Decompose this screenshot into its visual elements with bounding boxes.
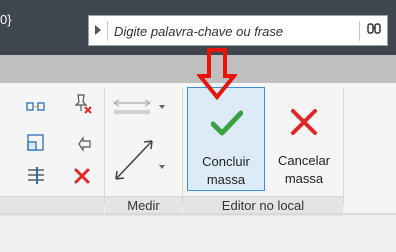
title-fragment: 0} xyxy=(0,12,12,27)
ribbon: Medir Concluir massa Cancelar massa Edit… xyxy=(0,83,396,216)
panel-label-measure: Medir xyxy=(127,198,160,213)
panel-divider xyxy=(104,88,105,206)
panel-divider xyxy=(182,88,183,206)
cancel-mass-button[interactable]: Cancelar massa xyxy=(268,87,340,191)
measure-distance-icon[interactable] xyxy=(112,135,170,185)
cancel-mass-label-line1: Cancelar xyxy=(277,153,331,168)
search-input[interactable] xyxy=(114,20,354,42)
red-down-arrow-icon xyxy=(197,48,237,100)
search-box[interactable] xyxy=(88,15,388,46)
pin-icon[interactable] xyxy=(72,133,92,153)
panel-label-in-place-editor: Editor no local xyxy=(221,198,305,213)
divider xyxy=(107,21,108,41)
finish-mass-label-line2: massa xyxy=(206,172,246,187)
panel-divider xyxy=(343,88,344,206)
red-x-icon xyxy=(289,107,319,142)
divider xyxy=(359,21,360,41)
ribbon-bottom-border xyxy=(0,213,396,215)
aligned-dimension-icon[interactable] xyxy=(112,93,170,114)
triangle-right-icon[interactable] xyxy=(95,25,101,35)
scale-icon[interactable] xyxy=(26,133,46,153)
cancel-mass-label-line2: massa xyxy=(284,171,324,186)
top-bar: 0} xyxy=(0,0,396,55)
align-icon[interactable] xyxy=(26,97,46,117)
finish-mass-label-line1: Concluir xyxy=(202,154,250,169)
binoculars-icon[interactable] xyxy=(367,22,381,43)
delete-icon[interactable] xyxy=(72,166,92,186)
cancel-mass-label: Cancelar massa xyxy=(268,152,340,188)
split-icon[interactable] xyxy=(26,166,46,186)
green-check-icon xyxy=(210,110,244,141)
unpin-icon[interactable] xyxy=(72,93,92,114)
finish-mass-label: Concluir massa xyxy=(188,153,264,189)
finish-mass-button[interactable]: Concluir massa xyxy=(187,87,265,191)
